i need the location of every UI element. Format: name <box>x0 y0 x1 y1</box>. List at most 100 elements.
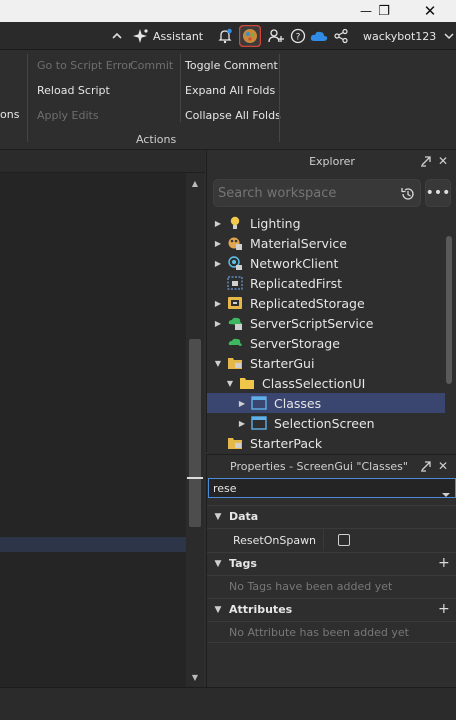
commit-button[interactable]: Commit <box>130 59 173 72</box>
tree-item-starter-gui[interactable]: ▼ StarterGui <box>207 353 445 373</box>
user-account-menu[interactable]: wackybot123 <box>363 22 436 50</box>
help-button[interactable]: ? <box>290 22 306 50</box>
collapse-all-folds-button[interactable]: Collapse All Folds <box>185 109 281 122</box>
reload-script-button[interactable]: Reload Script <box>37 84 110 97</box>
tree-item-lighting[interactable]: ▶ Lighting <box>207 213 445 233</box>
tree-item-label: SelectionScreen <box>274 415 375 431</box>
ribbon-divider <box>180 54 181 122</box>
tree-item-label: MaterialService <box>250 235 347 251</box>
history-icon <box>401 188 414 200</box>
reset-on-spawn-checkbox[interactable] <box>338 534 350 546</box>
screen-gui-icon <box>251 395 267 411</box>
folder-icon <box>239 375 255 391</box>
properties-undock-button[interactable] <box>419 459 433 473</box>
editor-scroll-thumb[interactable] <box>189 339 201 527</box>
search-history-button[interactable] <box>400 186 416 202</box>
properties-panel: Properties - ScreenGui "Classes" ✕ ▼ Dat… <box>206 454 456 687</box>
replicated-first-icon <box>227 275 243 291</box>
expand-caret-icon[interactable]: ▶ <box>213 219 223 228</box>
tree-item-replicated-storage[interactable]: ▶ ReplicatedStorage <box>207 293 445 313</box>
tree-item-classes[interactable]: ▶ Classes <box>207 393 445 413</box>
material-service-icon <box>227 235 243 251</box>
tree-item-server-script-service[interactable]: ▶ ServerScriptService <box>207 313 445 333</box>
tags-empty-label: No Tags have been added yet <box>229 580 393 593</box>
explorer-scrollbar[interactable] <box>446 236 452 384</box>
scroll-down-button[interactable]: ▼ <box>186 671 204 683</box>
explorer-undock-button[interactable] <box>419 154 433 168</box>
ribbon-divider <box>279 54 280 142</box>
go-to-script-error-button[interactable]: Go to Script Error <box>37 59 133 72</box>
collapse-caret-icon[interactable]: ▼ <box>213 359 223 368</box>
assistant-button[interactable]: Assistant <box>133 22 203 50</box>
expand-all-folds-label: Expand All Folds <box>185 84 276 97</box>
expand-all-folds-button[interactable]: Expand All Folds <box>185 84 275 97</box>
restore-button[interactable]: ❐ <box>366 0 402 22</box>
tree-item-server-storage[interactable]: ServerStorage <box>207 333 445 353</box>
plus-icon: + <box>438 601 450 617</box>
username-label: wackybot123 <box>363 29 437 43</box>
server-storage-icon <box>227 335 243 351</box>
toggle-comment-label: Toggle Comment <box>185 59 278 72</box>
close-icon: ✕ <box>423 2 437 20</box>
expand-caret-icon[interactable]: ▶ <box>237 399 247 408</box>
collapse-caret-icon[interactable]: ▼ <box>225 379 235 388</box>
toggle-comment-button[interactable]: Toggle Comment <box>185 59 278 72</box>
ribbon-item-truncated[interactable]: ons <box>0 108 19 121</box>
tree-item-replicated-first[interactable]: ReplicatedFirst <box>207 273 445 293</box>
triangle-down-icon <box>442 493 450 497</box>
collapse-ribbon-button[interactable] <box>111 22 123 50</box>
close-icon: ✕ <box>437 154 449 168</box>
help-icon: ? <box>290 28 306 44</box>
add-tag-button[interactable]: + <box>438 555 450 571</box>
ribbon: ons Go to Script Error Commit Reload Scr… <box>0 50 456 150</box>
starter-gui-icon <box>227 355 243 371</box>
section-header-tags[interactable]: ▼ Tags + <box>207 552 456 574</box>
expand-caret-icon[interactable]: ▶ <box>213 239 223 248</box>
property-name-cell: ResetOnSpawn <box>229 529 324 551</box>
section-label-attributes: Attributes <box>229 603 293 616</box>
tree-item-material-service[interactable]: ▶ MaterialService <box>207 233 445 253</box>
section-header-data[interactable]: ▼ Data <box>207 505 456 527</box>
section-header-attributes[interactable]: ▼ Attributes + <box>207 598 456 620</box>
editor-tab-strip <box>0 150 205 173</box>
add-attribute-button[interactable]: + <box>438 601 450 617</box>
tree-item-starter-pack[interactable]: StarterPack <box>207 433 445 453</box>
explorer-panel: Explorer ✕ ••• ▶ Lighting ▶ MaterialServ… <box>206 150 456 452</box>
filter-dropdown-button[interactable] <box>441 484 451 497</box>
collapse-caret-icon[interactable]: ▼ <box>207 559 229 569</box>
undock-icon <box>421 461 431 472</box>
close-window-button[interactable]: ✕ <box>412 0 448 22</box>
network-client-icon <box>227 255 243 271</box>
properties-filter-box <box>208 478 456 498</box>
properties-close-button[interactable]: ✕ <box>436 459 450 473</box>
reload-script-label: Reload Script <box>37 84 110 97</box>
explorer-more-button[interactable]: ••• <box>425 179 451 207</box>
notifications-button[interactable] <box>217 22 233 50</box>
svg-text:?: ? <box>296 33 301 43</box>
property-name-label: ResetOnSpawn <box>233 533 317 547</box>
color-theme-button[interactable] <box>239 22 261 50</box>
explorer-search-input[interactable] <box>218 184 386 203</box>
account-dropdown-button[interactable] <box>444 22 454 50</box>
cloud-sync-button[interactable] <box>310 22 328 50</box>
tree-item-network-client[interactable]: ▶ NetworkClient <box>207 253 445 273</box>
scroll-up-button[interactable]: ▲ <box>186 177 204 189</box>
ribbon-divider <box>27 54 28 142</box>
properties-filter-input[interactable] <box>213 480 433 496</box>
explorer-close-button[interactable]: ✕ <box>436 154 450 168</box>
tree-item-class-selection-ui[interactable]: ▼ ClassSelectionUI <box>207 373 445 393</box>
expand-caret-icon[interactable]: ▶ <box>213 259 223 268</box>
expand-caret-icon[interactable]: ▶ <box>237 419 247 428</box>
apply-edits-button[interactable]: Apply Edits <box>37 109 99 122</box>
expand-caret-icon[interactable]: ▶ <box>213 319 223 328</box>
tree-item-selection-screen[interactable]: ▶ SelectionScreen <box>207 413 445 433</box>
collapse-caret-icon[interactable]: ▼ <box>207 605 229 615</box>
share-button[interactable] <box>333 22 349 50</box>
editor-scrollbar[interactable]: ▲ ▼ <box>186 173 204 687</box>
expand-caret-icon[interactable]: ▶ <box>213 299 223 308</box>
add-friend-button[interactable] <box>268 22 284 50</box>
collapse-caret-icon[interactable]: ▼ <box>207 512 229 522</box>
tree-item-label: Lighting <box>250 215 301 231</box>
status-bar <box>0 687 456 720</box>
script-editor[interactable] <box>0 173 186 687</box>
